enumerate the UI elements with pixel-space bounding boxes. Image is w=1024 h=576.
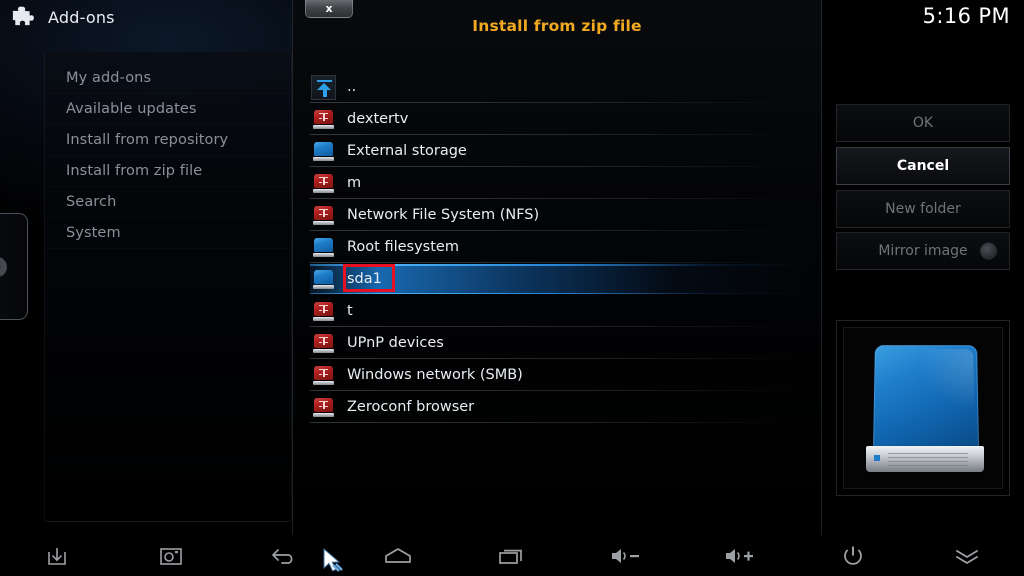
mirror-image-toggle[interactable]: Mirror image (836, 232, 1010, 270)
sidebar-item-search[interactable]: Search (45, 187, 291, 218)
screenshot-button[interactable] (114, 535, 343, 576)
close-button[interactable]: x (305, 0, 353, 18)
app-header: Add-ons (0, 0, 300, 34)
ok-button[interactable]: OK (836, 104, 1010, 142)
navigation-bar (0, 535, 1024, 576)
hard-drive-image (843, 327, 1003, 489)
volume-down-icon (611, 548, 639, 563)
list-item-label: m (347, 175, 362, 191)
list-item[interactable]: Network File System (NFS) (310, 199, 810, 231)
preview-thumbnail (836, 320, 1010, 496)
list-item-label: Zeroconf browser (347, 399, 475, 415)
network-drive-icon (310, 106, 337, 133)
selection-highlight (310, 264, 808, 294)
download-icon (48, 547, 66, 565)
network-drive-icon (310, 330, 337, 357)
app-title: Add-ons (48, 7, 115, 27)
list-item[interactable]: dextertv (310, 103, 810, 135)
play-icon[interactable] (0, 257, 7, 277)
list-item-label: External storage (347, 143, 467, 159)
drive-icon (310, 266, 337, 293)
edge-panel[interactable] (0, 213, 28, 320)
drive-icon (310, 138, 337, 165)
list-item-label: UPnP devices (347, 335, 444, 351)
list-item[interactable]: Zeroconf browser (310, 391, 810, 423)
dialog-title: Install from zip file (472, 17, 642, 35)
back-button[interactable] (228, 535, 342, 576)
list-item-label: dextertv (347, 111, 409, 127)
recents-button[interactable] (455, 535, 569, 576)
drive-icon (310, 234, 337, 261)
list-item-label: .. (347, 79, 357, 95)
puzzle-icon (12, 5, 38, 29)
network-drive-icon (310, 394, 337, 421)
list-item-label: Root filesystem (347, 239, 459, 255)
close-icon: x (325, 2, 333, 15)
list-item-label: sda1 (347, 271, 382, 287)
list-item[interactable]: UPnP devices (310, 327, 810, 359)
home-icon (385, 547, 412, 563)
list-item-label: Windows network (SMB) (347, 367, 523, 383)
sidebar-item-system[interactable]: System (45, 218, 291, 249)
up-folder-icon (310, 74, 337, 101)
network-drive-icon (310, 298, 337, 325)
volume-up-icon (725, 548, 753, 563)
chevron-double-down-icon (956, 549, 979, 564)
mirror-image-label: Mirror image (878, 243, 968, 259)
row-divider (310, 422, 796, 423)
list-item[interactable]: .. (310, 71, 810, 103)
list-item[interactable]: Root filesystem (310, 231, 810, 263)
list-item[interactable]: t (310, 295, 810, 327)
dialog-divider-left (292, 0, 293, 535)
power-button[interactable] (796, 535, 910, 576)
list-item[interactable]: External storage (310, 135, 810, 167)
back-icon (272, 548, 293, 564)
list-item[interactable]: Windows network (SMB) (310, 359, 810, 391)
power-icon (844, 546, 863, 565)
sidebar-item-install-from-repository[interactable]: Install from repository (45, 125, 291, 156)
sidebar-item-available-updates[interactable]: Available updates (45, 94, 291, 125)
cancel-button[interactable]: Cancel (836, 147, 1010, 185)
sidebar-item-my-add-ons[interactable]: My add-ons (45, 63, 291, 94)
file-list: .. dextertv External storage m Network F… (310, 71, 810, 423)
network-drive-icon (310, 362, 337, 389)
list-item-label: Network File System (NFS) (347, 207, 540, 223)
download-button[interactable] (0, 535, 114, 576)
home-button[interactable] (341, 535, 455, 576)
kodi-screen: Add-ons 5:16 PM My add-ons Available upd… (0, 0, 1024, 576)
sidebar-menu: My add-ons Available updates Install fro… (44, 52, 292, 522)
sidebar-item-install-from-zip-file[interactable]: Install from zip file (45, 156, 291, 187)
volume-up-button[interactable] (683, 535, 797, 576)
collapse-button[interactable] (910, 535, 1024, 576)
list-item-label: t (347, 303, 353, 319)
new-folder-button[interactable]: New folder (836, 190, 1010, 228)
recents-icon (499, 549, 522, 564)
screenshot-icon (159, 547, 182, 565)
radio-indicator-icon[interactable] (981, 243, 996, 259)
list-item-selected[interactable]: sda1 (310, 263, 810, 295)
list-item[interactable]: m (310, 167, 810, 199)
network-drive-icon (310, 202, 337, 229)
network-drive-icon (310, 170, 337, 197)
volume-down-button[interactable] (569, 535, 683, 576)
